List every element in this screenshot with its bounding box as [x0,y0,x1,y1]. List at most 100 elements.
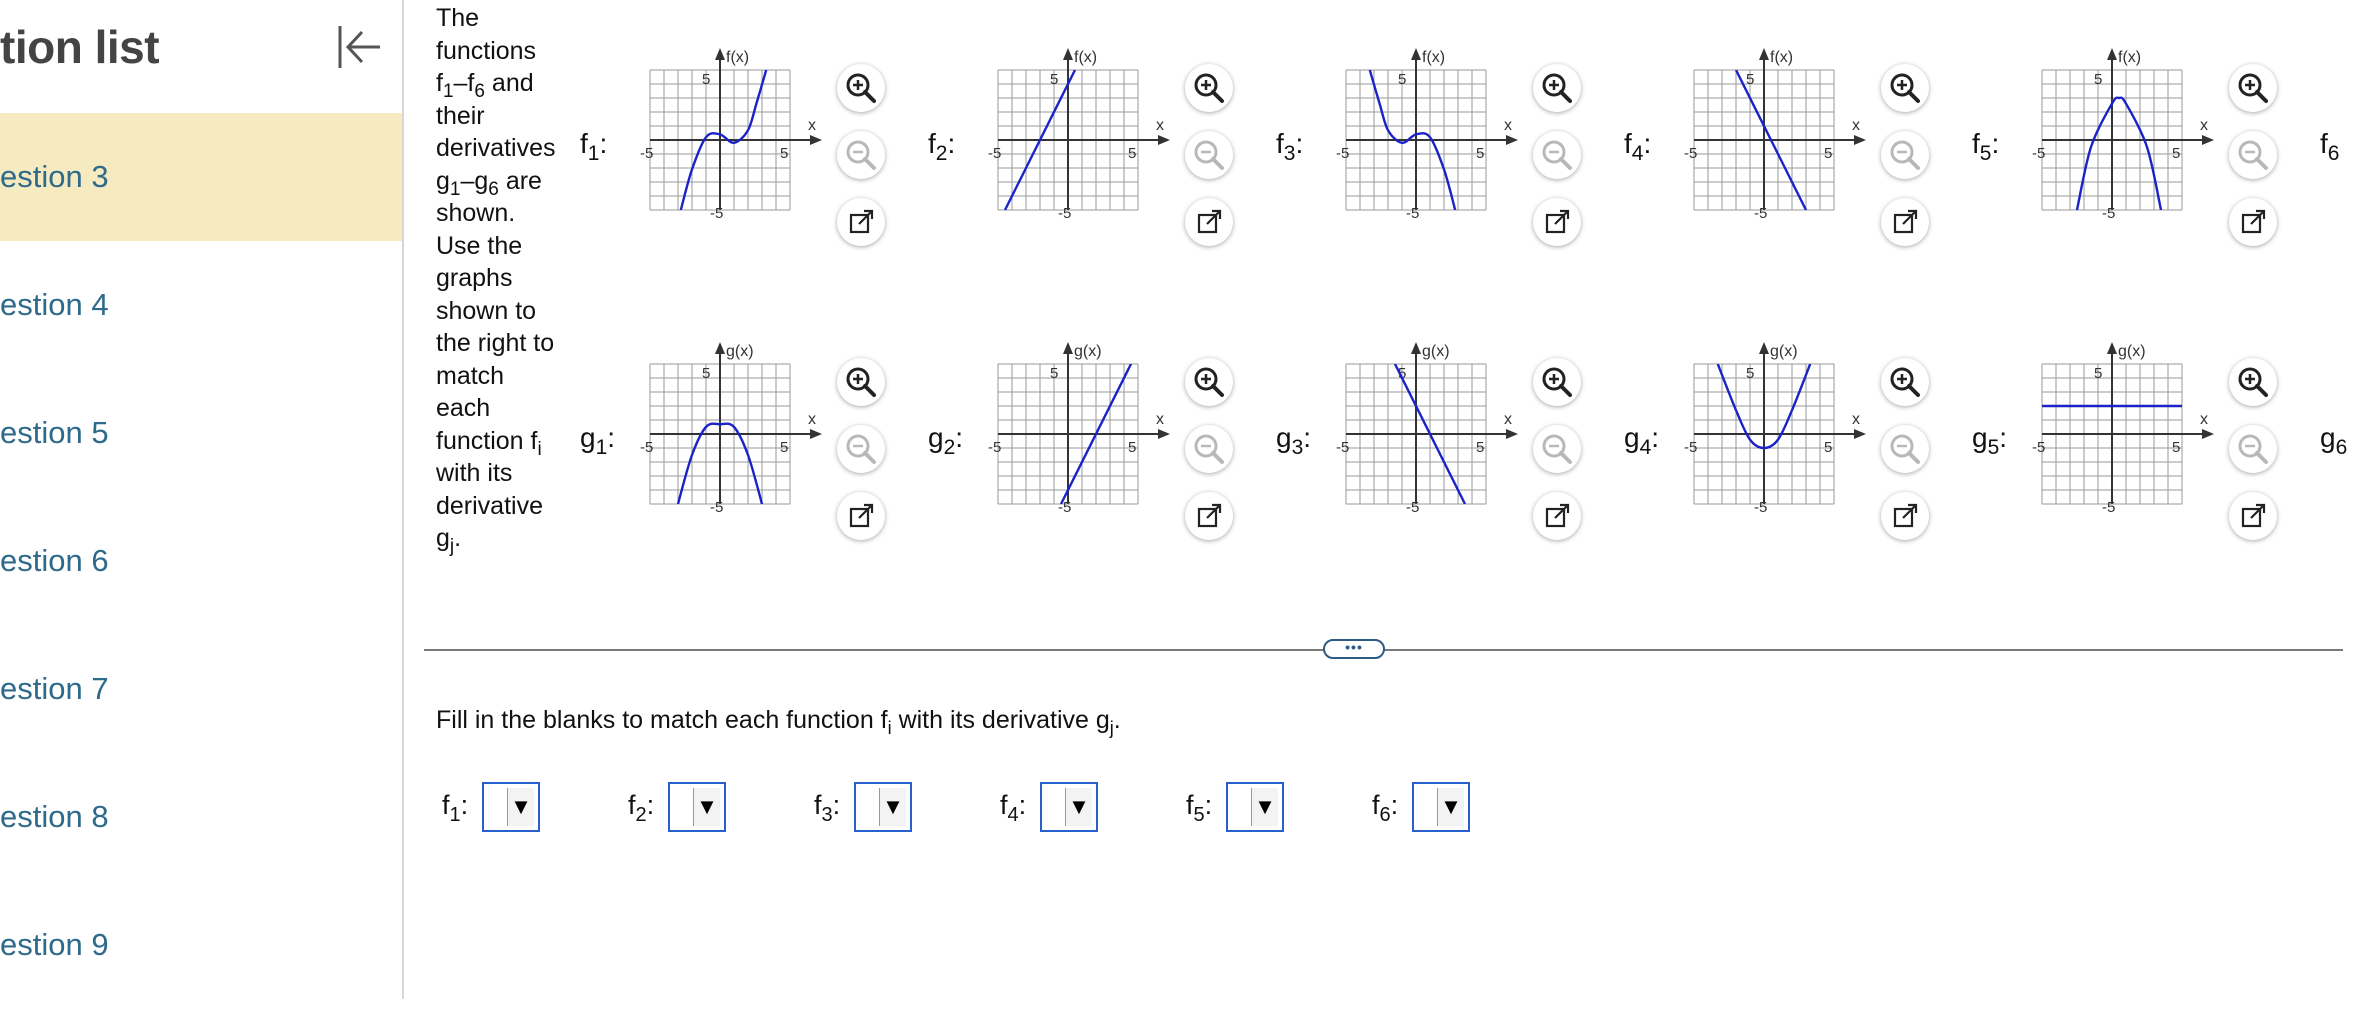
f-5-graph: f(x) x 5 -5 -5 5 [2032,48,2214,222]
sidebar-item-question-5[interactable]: estion 5 [0,369,402,497]
g-5-popout-button[interactable] [2229,492,2277,540]
tick-label-y-pos: 5 [1050,71,1058,88]
zoom-in-icon [846,367,876,397]
popout-icon [849,209,874,234]
tick-label-x-neg: -5 [1336,145,1349,162]
collapse-sidebar-button[interactable] [334,22,384,72]
tick-label-x-pos: 5 [1128,145,1136,162]
g-5-zoom-out-button[interactable] [2229,425,2277,473]
y-axis-arrow [1063,48,1073,60]
answer-dropdown-f2[interactable]: ▼ [668,782,726,832]
sidebar-item-question-3[interactable]: estion 3 [0,113,402,241]
y-axis-arrow [2107,48,2117,60]
g-4-zoom-in-button[interactable] [1881,358,1929,406]
tick-label-x-pos: 5 [780,439,788,456]
tick-label-x-pos: 5 [780,145,788,162]
f6-label: f6 [2320,128,2340,165]
y-axis-label: g(x) [1074,343,1102,360]
zoom-out-icon [1890,140,1920,170]
tick-label-x-pos: 5 [1824,439,1832,456]
tick-label-x-pos: 5 [1824,145,1832,162]
answer-label-f1: f1: [442,790,469,826]
f-1-zoom-out-button[interactable] [837,131,885,179]
g4-label: g4: [1624,422,1660,459]
g-2-zoom-in-button[interactable] [1185,358,1233,406]
f3-label: f3: [1276,128,1304,165]
g-2-graph: g(x) x 5 -5 -5 5 [988,342,1170,516]
x-axis-label: x [1504,411,1512,428]
answer-dropdown-f6[interactable]: ▼ [1412,782,1470,832]
dropdown-arrow-icon: ▼ [879,788,906,826]
tick-label-x-neg: -5 [640,439,653,456]
f1-label: f1: [580,128,608,165]
f2-label: f2: [928,128,956,165]
x-axis-label: x [1852,411,1860,428]
g-2-zoom-out-button[interactable] [1185,425,1233,473]
zoom-out-icon [1194,434,1224,464]
question-instructions: The functions f1–f6 and their derivative… [436,4,556,557]
g-3-zoom-out-button[interactable] [1533,425,1581,473]
f-1-zoom-in-button[interactable] [837,64,885,112]
g5-label: g5: [1972,422,2008,459]
f-3-popout-button[interactable] [1533,198,1581,246]
zoom-out-icon [1194,140,1224,170]
f-4-zoom-in-button[interactable] [1881,64,1929,112]
x-axis-label: x [808,117,816,134]
f-3-zoom-in-button[interactable] [1533,64,1581,112]
g-1-popout-button[interactable] [837,492,885,540]
f-4-zoom-out-button[interactable] [1881,131,1929,179]
g-5-graph: g(x) x 5 -5 -5 5 [2032,342,2214,516]
f-3-zoom-out-button[interactable] [1533,131,1581,179]
dropdown-arrow-icon: ▼ [693,788,720,826]
f-1-popout-button[interactable] [837,198,885,246]
x-axis-arrow [1854,135,1866,145]
answer-dropdown-f3[interactable]: ▼ [854,782,912,832]
f-4-graph: f(x) x 5 -5 -5 5 [1684,48,1866,222]
question-list-sidebar: tion list estion 3 estion 4 estion 5 est… [0,0,404,999]
zoom-in-icon [1194,367,1224,397]
tick-label-x-pos: 5 [2172,145,2180,162]
f-5-zoom-out-button[interactable] [2229,131,2277,179]
f-2-popout-button[interactable] [1185,198,1233,246]
sidebar-item-question-8[interactable]: estion 8 [0,753,402,881]
zoom-in-icon [846,73,876,103]
answer-label-f5: f5: [1186,790,1213,826]
zoom-out-icon [2238,434,2268,464]
tick-label-y-neg: -5 [1754,499,1767,516]
sidebar-item-question-6[interactable]: estion 6 [0,497,402,625]
sidebar-title: tion list [0,21,160,73]
y-axis-arrow [715,342,725,354]
f-4-popout-button[interactable] [1881,198,1929,246]
f-5-popout-button[interactable] [2229,198,2277,246]
g-5-zoom-in-button[interactable] [2229,358,2277,406]
answer-dropdown-f1[interactable]: ▼ [482,782,540,832]
g-4-popout-button[interactable] [1881,492,1929,540]
sidebar-item-question-7[interactable]: estion 7 [0,625,402,753]
zoom-in-icon [1890,367,1920,397]
f-3-graph: f(x) x 5 -5 -5 5 [1336,48,1518,222]
answer-label-f6: f6: [1372,790,1399,826]
g3-label: g3: [1276,422,1312,459]
g-3-zoom-in-button[interactable] [1533,358,1581,406]
tick-label-x-neg: -5 [988,439,1001,456]
tick-label-x-pos: 5 [1128,439,1136,456]
divider-resize-handle[interactable]: ••• [1323,639,1385,659]
f-2-zoom-out-button[interactable] [1185,131,1233,179]
tick-label-y-neg: -5 [1058,205,1071,222]
g-3-popout-button[interactable] [1533,492,1581,540]
x-axis-arrow [1506,429,1518,439]
tick-label-x-pos: 5 [1476,439,1484,456]
answer-dropdown-f5[interactable]: ▼ [1226,782,1284,832]
y-axis-label: g(x) [726,343,754,360]
f-5-zoom-in-button[interactable] [2229,64,2277,112]
f-2-zoom-in-button[interactable] [1185,64,1233,112]
popout-icon [1545,209,1570,234]
g-4-zoom-out-button[interactable] [1881,425,1929,473]
g-1-zoom-in-button[interactable] [837,358,885,406]
y-axis-label: f(x) [1074,49,1097,66]
g-2-popout-button[interactable] [1185,492,1233,540]
sidebar-item-question-4[interactable]: estion 4 [0,241,402,369]
answer-dropdown-f4[interactable]: ▼ [1040,782,1098,832]
g-1-zoom-out-button[interactable] [837,425,885,473]
sidebar-item-question-9[interactable]: estion 9 [0,881,402,1009]
